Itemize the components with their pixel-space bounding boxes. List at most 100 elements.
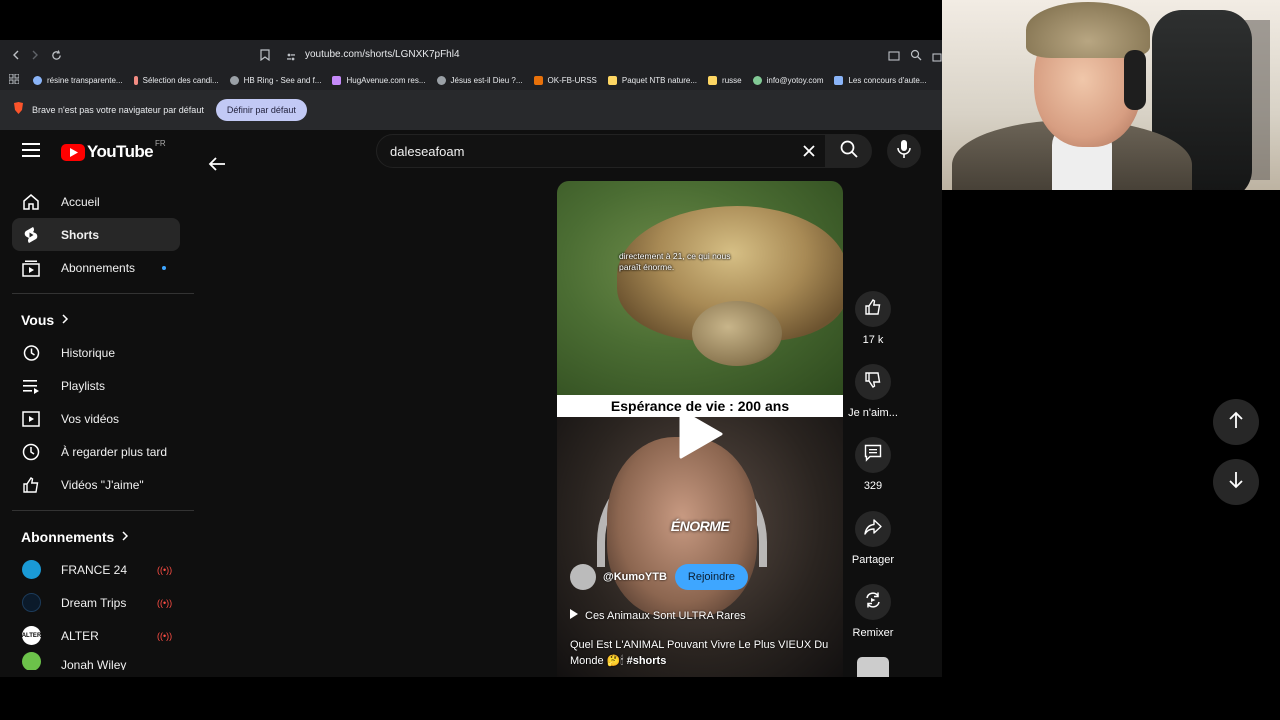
subscription-item[interactable]: Dream Trips ((•)) — [12, 586, 180, 619]
arrow-down-icon — [1228, 471, 1244, 494]
subscriptions-section-title[interactable]: Abonnements — [12, 520, 180, 553]
bookmark-item[interactable]: Paquet NTB nature... — [607, 75, 697, 85]
sidebar-item-home[interactable]: Accueil — [12, 185, 180, 218]
bookmark-label: Jésus est-il Dieu ?... — [450, 75, 523, 85]
you-section-title[interactable]: Vous — [12, 303, 180, 336]
sidebar-item-shorts[interactable]: Shorts — [12, 218, 180, 251]
subscription-item[interactable]: FRANCE 24 ((•)) — [12, 553, 180, 586]
bookmark-item[interactable]: OK-FB-URSS — [533, 75, 597, 85]
country-code: FR — [155, 138, 166, 148]
like-button[interactable] — [855, 291, 891, 327]
channel-handle[interactable]: @KumoYTB — [603, 571, 667, 583]
sidebar: Accueil Shorts Abonnements Vous Historiq… — [0, 185, 194, 670]
webcam-headphones — [1124, 50, 1146, 110]
bookmark-label: HB Ring - See and f... — [243, 75, 322, 85]
sidebar-item-label: Shorts — [61, 227, 100, 242]
comments-action[interactable]: 329 — [845, 437, 901, 492]
channel-name: Dream Trips — [61, 595, 127, 610]
channel-avatar: ALTER — [22, 626, 41, 645]
thumbs-up-icon — [864, 298, 882, 321]
search-value: daleseafoam — [390, 144, 465, 159]
clear-search-icon[interactable] — [801, 143, 817, 164]
like-action[interactable]: 17 k — [845, 291, 901, 346]
bookmark-page-icon[interactable] — [260, 48, 270, 66]
search-input[interactable]: daleseafoam — [376, 134, 826, 168]
channel-avatar — [22, 652, 41, 670]
subscription-item[interactable]: Jonah Wiley — [12, 652, 180, 670]
bookmark-item[interactable]: Jésus est-il Dieu ?... — [436, 75, 523, 85]
share-arrow-icon — [864, 518, 882, 541]
zoom-icon[interactable] — [910, 48, 922, 66]
playlist-link[interactable]: Ces Animaux Sont ULTRA Rares — [570, 609, 746, 622]
bookmark-folder[interactable]: russe — [708, 75, 742, 85]
hashtag-link[interactable]: #shorts — [627, 655, 667, 667]
bookmark-item[interactable]: Les concours d'aute... — [834, 75, 927, 85]
bookmark-label: résine transparente... — [47, 75, 123, 85]
playlists-icon — [22, 377, 40, 395]
audio-source-thumbnail[interactable] — [857, 657, 889, 677]
voice-search-button[interactable] — [887, 134, 921, 168]
new-content-dot — [162, 265, 166, 270]
share-page-icon[interactable] — [932, 49, 942, 67]
share-label: Partager — [851, 554, 895, 566]
dislike-action[interactable]: Je n'aim... — [845, 364, 901, 419]
channel-avatar — [22, 593, 41, 612]
forward-nav-icon[interactable] — [25, 45, 45, 65]
bookmark-favicon-icon — [436, 75, 446, 85]
sidebar-item-liked-videos[interactable]: Vidéos "J'aime" — [12, 468, 180, 501]
divider — [12, 510, 194, 511]
back-nav-icon[interactable] — [6, 45, 26, 65]
url-text[interactable]: youtube.com/shorts/LGNXK7pFhl4 — [305, 49, 460, 60]
sidebar-item-your-videos[interactable]: Vos vidéos — [12, 402, 180, 435]
shorts-player[interactable]: directement à 21, ce qui nous paraît éno… — [557, 181, 843, 677]
bookmark-label: russe — [722, 75, 742, 85]
search-button[interactable] — [826, 134, 872, 168]
sidebar-item-watch-later[interactable]: À regarder plus tard — [12, 435, 180, 468]
subscriptions-icon — [22, 259, 40, 277]
section-title-text: Vous — [21, 311, 55, 328]
webcam-overlay — [942, 0, 1280, 190]
join-button[interactable]: Rejoindre — [674, 564, 748, 590]
sidebar-item-subscriptions[interactable]: Abonnements — [12, 251, 180, 284]
chevron-right-icon — [122, 530, 129, 544]
folder-icon — [708, 75, 718, 85]
like-count: 17 k — [862, 334, 884, 346]
share-action[interactable]: Partager — [845, 511, 901, 566]
comments-button[interactable] — [855, 437, 891, 473]
channel-avatar[interactable] — [570, 564, 596, 590]
live-indicator-icon: ((•)) — [157, 630, 173, 641]
share-button[interactable] — [855, 511, 891, 547]
bookmark-item[interactable]: résine transparente... — [33, 75, 123, 85]
subscription-item[interactable]: ALTER ALTER ((•)) — [12, 619, 180, 652]
bookmark-item[interactable]: info@yotoy.com — [752, 75, 823, 85]
youtube-logo[interactable]: YouTube FR — [61, 138, 166, 162]
reload-icon[interactable] — [46, 45, 66, 65]
your-videos-icon — [22, 410, 40, 428]
channel-name: FRANCE 24 — [61, 562, 128, 577]
previous-short-button[interactable] — [1213, 399, 1259, 445]
bookmark-item[interactable]: HB Ring - See and f... — [229, 75, 322, 85]
remix-label: Remixer — [852, 627, 894, 639]
install-app-icon[interactable] — [888, 49, 900, 67]
arrow-up-icon — [1228, 411, 1244, 434]
next-short-button[interactable] — [1213, 459, 1259, 505]
sidebar-item-label: Playlists — [61, 378, 106, 393]
screen: youtube.com/shorts/LGNXK7pFhl4 résine tr… — [0, 0, 1280, 720]
remix-icon — [864, 591, 882, 614]
back-arrow-icon[interactable] — [207, 154, 227, 179]
site-info-icon[interactable] — [286, 49, 296, 67]
default-browser-infobar: Brave n'est pas votre navigateur par déf… — [0, 90, 942, 130]
play-button[interactable] — [655, 401, 745, 471]
sidebar-item-history[interactable]: Historique — [12, 336, 180, 369]
sidebar-item-playlists[interactable]: Playlists — [12, 369, 180, 402]
menu-icon[interactable] — [22, 143, 40, 162]
remix-action[interactable]: Remixer — [845, 584, 901, 639]
dislike-button[interactable] — [855, 364, 891, 400]
bookmark-item[interactable]: Sélection des candi... — [133, 75, 219, 85]
apps-grid-icon[interactable] — [8, 71, 20, 89]
channel-name: Jonah Wiley — [61, 658, 127, 670]
set-default-button[interactable]: Définir par défaut — [215, 99, 307, 121]
remix-button[interactable] — [855, 584, 891, 620]
channel-row: @KumoYTB Rejoindre — [570, 564, 748, 590]
bookmark-item[interactable]: HugAvenue.com res... — [332, 75, 426, 85]
